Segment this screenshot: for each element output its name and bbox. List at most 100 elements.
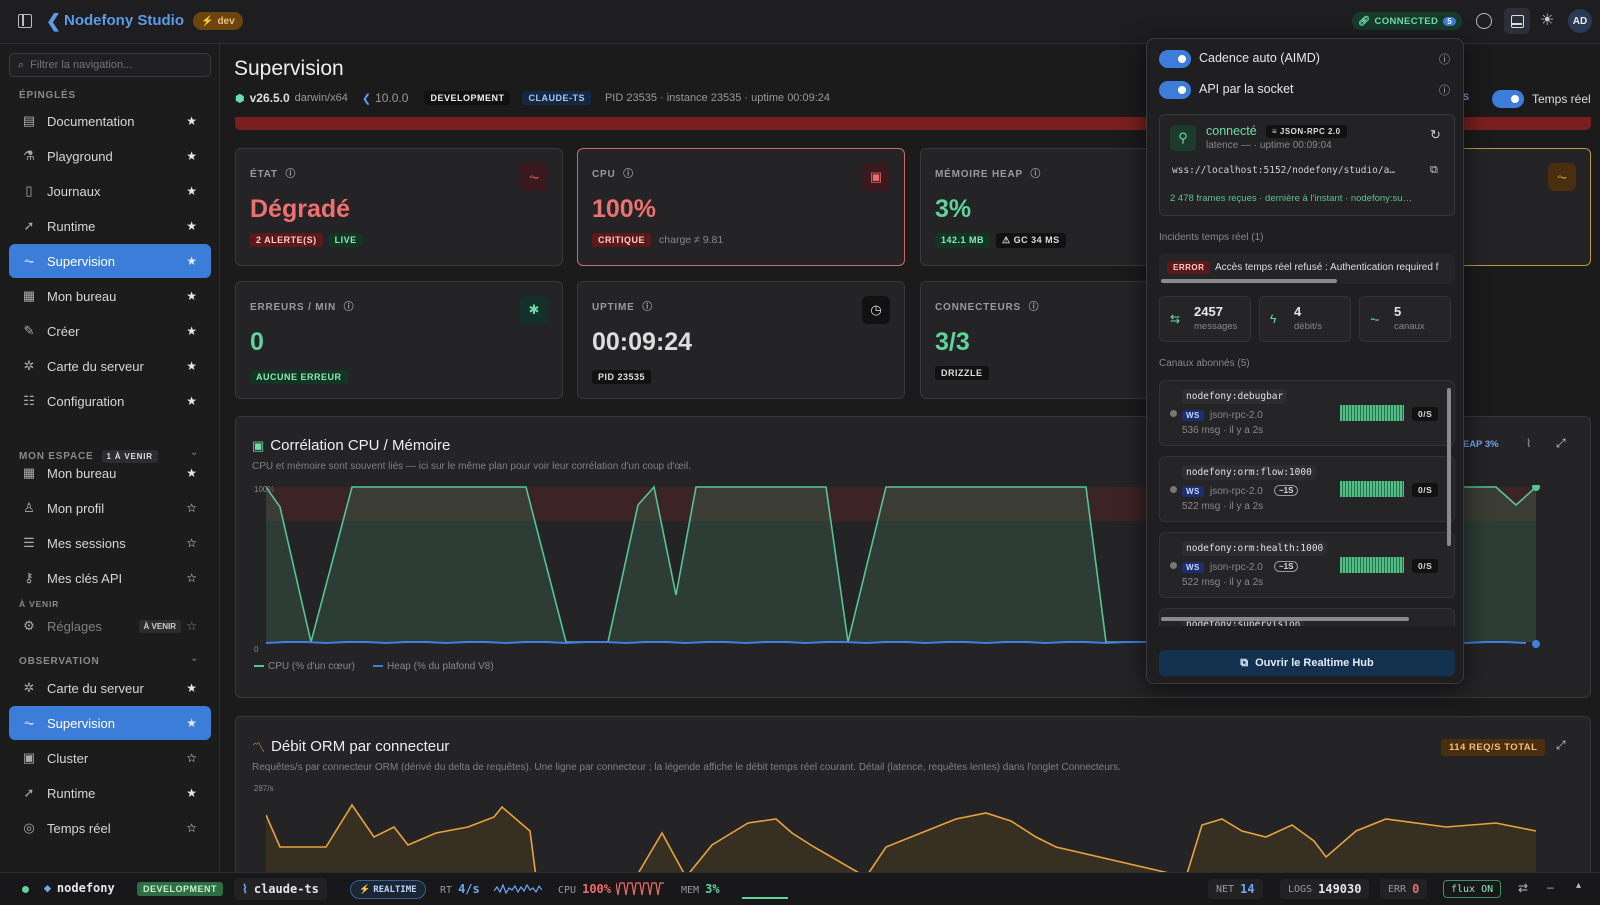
sidebar-item-temps-r-el[interactable]: ◎ Temps réel ☆	[9, 811, 211, 845]
cadence-toggle[interactable]	[1159, 50, 1191, 68]
star-icon[interactable]: ★	[186, 716, 197, 730]
sidebar: ⌕ ÉPINGLÉS ▤ Documentation ★ ⚗ Playground ★ ▯ J…	[0, 44, 220, 872]
realtime-chip[interactable]: ⚡ REALTIME	[350, 880, 426, 899]
sidebar-item-mon-bureau[interactable]: ▦ Mon bureau ★	[9, 456, 211, 490]
expand-icon[interactable]: ⤢	[1556, 738, 1566, 753]
star-icon[interactable]: ★	[186, 254, 197, 268]
sidebar-item-runtime[interactable]: ➚ Runtime ★	[9, 209, 211, 243]
star-icon[interactable]: ★	[186, 184, 197, 198]
sidebar-item-supervision[interactable]: ⏦ Supervision ★	[9, 706, 211, 740]
sidebar-item-mon-bureau[interactable]: ▦ Mon bureau ★	[9, 279, 211, 313]
sidebar-item-mes-sessions[interactable]: ☰ Mes sessions ☆	[9, 526, 211, 560]
sidebar-item-documentation[interactable]: ▤ Documentation ★	[9, 104, 211, 138]
channels-hscrollbar[interactable]	[1161, 617, 1409, 621]
chevron-up-icon[interactable]: ▴	[1576, 880, 1581, 891]
legend-heap[interactable]: Heap (% du plafond V8)	[372, 661, 494, 672]
sun-icon[interactable]: ☀	[1540, 10, 1554, 30]
star-icon[interactable]: ☆	[186, 751, 197, 765]
flux-chip[interactable]: flux ON	[1443, 880, 1502, 898]
cpu-value: 100%	[592, 195, 656, 223]
sidebar-item-label: Mon profil	[47, 500, 105, 516]
star-icon[interactable]: ☆	[186, 536, 197, 550]
realtime-toggle[interactable]	[1492, 90, 1524, 108]
channel-item[interactable]: nodefony:orm:flow:1000 WS json-rpc-2.0 ~1S 5…	[1159, 456, 1455, 522]
star-icon[interactable]: ★	[186, 786, 197, 800]
project-chip[interactable]: ⌇ claude-ts	[234, 878, 327, 900]
cpu-load: charge ≠ 9.81	[659, 234, 724, 246]
avatar[interactable]: AD	[1568, 9, 1592, 33]
channel-item[interactable]: nodefony:orm:health:1000 WS json-rpc-2.0 ~1…	[1159, 532, 1455, 598]
sidebar-item-mes-cl-s-api[interactable]: ⚷ Mes clés API ☆	[9, 561, 211, 595]
star-icon[interactable]: ★	[186, 114, 197, 128]
sidebar-item-label: Carte du serveur	[47, 680, 144, 696]
realtime-switch[interactable]	[1492, 90, 1524, 108]
sidebar-toggle-icon[interactable]	[18, 14, 32, 28]
info-icon: ⓘ	[642, 302, 653, 313]
heap-label: MÉMOIRE HEAP ⓘ	[935, 169, 1042, 180]
info-icon: ⓘ	[623, 169, 634, 180]
minimize-icon[interactable]: –	[1547, 880, 1554, 894]
reconnect-icon[interactable]: ↻	[1430, 127, 1441, 143]
star-icon[interactable]: ★	[186, 289, 197, 303]
sidebar-item-carte-du-serveur[interactable]: ✲ Carte du serveur ★	[9, 671, 211, 705]
sidebar-item-runtime[interactable]: ➚ Runtime ★	[9, 776, 211, 810]
sidebar-item-configuration[interactable]: ☷ Configuration ★	[9, 384, 211, 418]
orm-subtitle: Requêtes/s par connecteur ORM (dérivé du…	[252, 762, 1121, 773]
app-label[interactable]: ◆ nodefony	[44, 881, 115, 895]
channel-meta: 522 msg · il y a 2s	[1182, 577, 1264, 588]
err-chip[interactable]: ERR 0	[1380, 879, 1428, 899]
star-icon[interactable]: ★	[186, 359, 197, 373]
chart-type-icon[interactable]: ⌇	[1526, 437, 1531, 450]
star-icon[interactable]: ★	[186, 394, 197, 408]
version: v26.5.0	[249, 91, 290, 105]
channels-scrollbar[interactable]	[1447, 388, 1451, 546]
star-icon[interactable]: ☆	[186, 619, 197, 633]
legend-cpu[interactable]: CPU (% d'un cœur)	[254, 661, 355, 672]
node-icon: ⬢	[235, 92, 245, 105]
socket-url[interactable]: wss://localhost:5152/nodefony/studio/a…	[1172, 165, 1395, 176]
nav-filter[interactable]: ⌕	[9, 53, 211, 77]
y-axis-bottom: 0	[254, 645, 259, 654]
info-icon[interactable]: ⓘ	[1439, 51, 1450, 67]
sidebar-item-playground[interactable]: ⚗ Playground ★	[9, 139, 211, 173]
channel-rate: 0/S	[1412, 407, 1439, 421]
star-icon[interactable]: ★	[186, 149, 197, 163]
socket-api-toggle[interactable]	[1159, 81, 1191, 99]
channels-scroll[interactable]: nodefony:debugbar WS json-rpc-2.0 536 msg ·…	[1147, 376, 1465, 626]
alerts-badge: 2 ALERTE(S)	[250, 233, 323, 247]
connection-status[interactable]: 🔗︎ CONNECTED 5	[1352, 12, 1463, 30]
logs-chip[interactable]: LOGS 149030	[1280, 879, 1370, 899]
star-icon[interactable]: ★	[186, 466, 197, 480]
orm-title: Débit ORM par connecteur	[271, 738, 450, 755]
sidebar-item-cr-er[interactable]: ✎ Créer ★	[9, 314, 211, 348]
star-icon[interactable]: ☆	[186, 571, 197, 585]
star-icon[interactable]: ☆	[186, 501, 197, 515]
sidebar-item-journaux[interactable]: ▯ Journaux ★	[9, 174, 211, 208]
incident-text: Accès temps réel refusé : Authentication…	[1215, 262, 1439, 273]
nav-filter-input[interactable]	[30, 59, 201, 71]
sidebar-item-carte-du-serveur[interactable]: ✲ Carte du serveur ★	[9, 349, 211, 383]
star-icon[interactable]: ★	[186, 219, 197, 233]
info-icon[interactable]: ⓘ	[1439, 82, 1450, 98]
expand-icon[interactable]: ⤢	[1556, 436, 1566, 451]
panel-button[interactable]	[1504, 8, 1530, 34]
incident-row[interactable]: ERROR Accès temps réel refusé : Authenti…	[1159, 254, 1455, 284]
open-hub-button[interactable]: ⧉ Ouvrir le Realtime Hub	[1159, 650, 1455, 676]
sidebar-item-supervision[interactable]: ⏦ Supervision ★	[9, 244, 211, 278]
heap-value: 3%	[935, 195, 972, 223]
sidebar-item-mon-profil[interactable]: ♙ Mon profil ☆	[9, 491, 211, 525]
channel-item[interactable]: nodefony:debugbar WS json-rpc-2.0 536 msg ·…	[1159, 380, 1455, 446]
palette-icon[interactable]	[1476, 13, 1492, 29]
brand-name[interactable]: Nodefony Studio	[64, 12, 184, 29]
incident-scrollbar[interactable]	[1161, 279, 1337, 283]
net-chip[interactable]: NET 14	[1208, 879, 1263, 899]
sidebar-item-label: Journaux	[47, 183, 101, 199]
star-icon[interactable]: ☆	[186, 821, 197, 835]
stat-label: débit/s	[1294, 321, 1322, 332]
copy-icon[interactable]: ⧉	[1430, 164, 1438, 177]
swap-icon[interactable]: ⇄	[1518, 881, 1528, 895]
star-icon[interactable]: ★	[186, 681, 197, 695]
sidebar-item-cluster[interactable]: ▣ Cluster ☆	[9, 741, 211, 775]
chevron-down-icon[interactable]: ⌄	[190, 653, 198, 664]
star-icon[interactable]: ★	[186, 324, 197, 338]
